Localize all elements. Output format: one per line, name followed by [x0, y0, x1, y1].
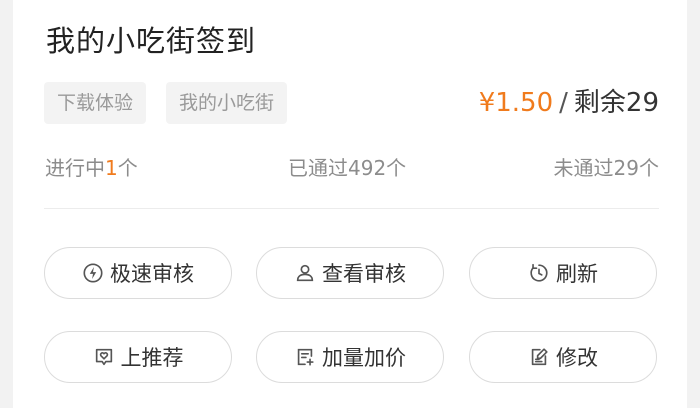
- stat-in-progress-count: 1: [105, 156, 118, 180]
- refresh-button[interactable]: 刷新: [469, 247, 657, 299]
- promote-label: 上推荐: [120, 346, 184, 370]
- edit-label: 修改: [556, 346, 598, 370]
- stat-in-progress-label: 进行中: [45, 156, 105, 180]
- price-separator: /: [559, 88, 568, 118]
- view-review-label: 查看审核: [322, 262, 406, 286]
- remaining-count: 剩余29: [573, 88, 659, 118]
- promote-button[interactable]: 上推荐: [44, 331, 232, 383]
- stat-passed[interactable]: 已通过492个: [288, 152, 406, 181]
- edit-button[interactable]: 修改: [469, 331, 657, 383]
- refresh-label: 刷新: [556, 262, 598, 286]
- list-add-icon: [294, 346, 316, 368]
- edit-doc-icon: [528, 346, 550, 368]
- add-quantity-price-button[interactable]: 加量加价: [256, 331, 444, 383]
- stat-in-progress-unit: 个: [117, 156, 138, 180]
- task-price: ¥1.50: [478, 88, 554, 118]
- refresh-timer-icon: [528, 262, 550, 284]
- task-card: 我的小吃街签到 下载体验 我的小吃街 ¥1.50/剩余29 进行中1个 已通过4…: [13, 0, 687, 408]
- lightning-icon: [82, 262, 104, 284]
- fast-review-button[interactable]: 极速审核: [44, 247, 232, 299]
- tag-my-snack-street: 我的小吃街: [166, 82, 288, 124]
- add-quantity-price-label: 加量加价: [322, 346, 406, 370]
- divider: [44, 208, 659, 209]
- view-review-button[interactable]: 查看审核: [256, 247, 444, 299]
- tag-download-experience: 下载体验: [44, 82, 147, 124]
- user-review-icon: [294, 262, 316, 284]
- heart-tag-icon: [93, 346, 115, 368]
- stat-failed[interactable]: 未通过29个: [554, 152, 659, 181]
- task-title: 我的小吃街签到: [46, 24, 257, 58]
- stat-in-progress[interactable]: 进行中1个: [45, 152, 138, 181]
- price-remaining: ¥1.50/剩余29: [479, 82, 659, 124]
- fast-review-label: 极速审核: [110, 262, 194, 286]
